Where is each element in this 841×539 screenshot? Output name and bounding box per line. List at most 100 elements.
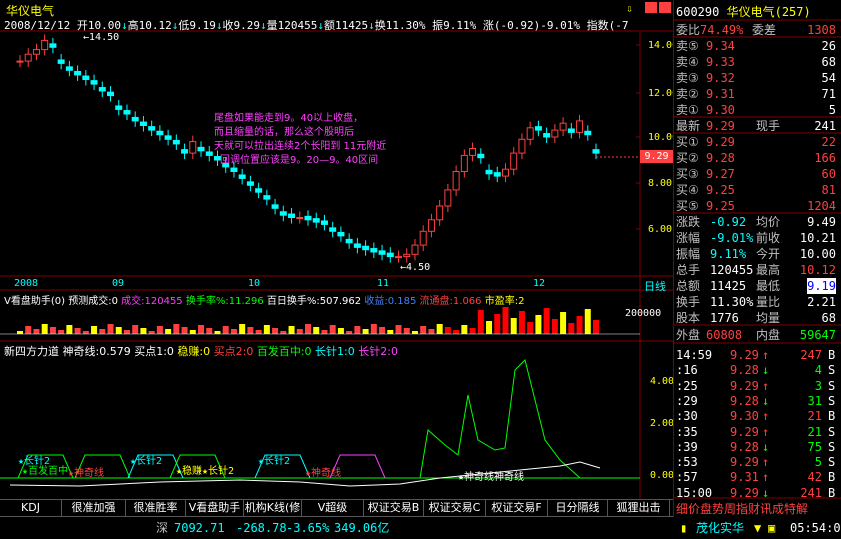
status-change: -268.78 xyxy=(236,521,287,535)
annotation-line-3: 天就可以拉出连续2个长阳到 11元附近 xyxy=(214,141,387,152)
price-axis-label: 6.00 xyxy=(648,224,673,235)
candle-body xyxy=(74,70,82,76)
kline-chart[interactable] xyxy=(0,0,673,500)
candle-body xyxy=(501,168,509,177)
volume-bar xyxy=(428,329,435,334)
candle-body xyxy=(90,80,98,85)
scroll-down-icon[interactable]: ▼ xyxy=(754,518,761,539)
candle-body xyxy=(32,49,40,55)
vol-name[interactable]: V看盘助手(0) xyxy=(4,296,65,307)
vol-baibai: 百日换手%:507.962 xyxy=(266,296,362,307)
volume-bar xyxy=(206,328,213,334)
toolbar-button[interactable]: V看盘助手 xyxy=(186,500,244,516)
candle-body xyxy=(172,139,180,145)
volume-bar xyxy=(140,328,147,334)
volume-bar xyxy=(132,325,139,334)
volume-bar xyxy=(181,327,188,334)
low-label: ←4.50 xyxy=(400,262,431,273)
volume-bar xyxy=(189,330,196,334)
volume-bar xyxy=(49,327,56,334)
candle-body xyxy=(386,252,394,258)
candle-body xyxy=(567,128,575,133)
volume-bar xyxy=(214,331,221,334)
volume-bar xyxy=(91,326,98,334)
candle-body xyxy=(452,171,460,191)
candle-body xyxy=(57,59,65,64)
price-axis-label: 8.00 xyxy=(648,178,673,189)
status-market: 深 xyxy=(156,521,169,535)
candle-body xyxy=(543,133,551,138)
signal-label: ★百发百中 xyxy=(22,466,69,477)
volume-bar xyxy=(156,326,163,334)
toolbar-button[interactable]: 很准胜率 xyxy=(126,500,186,516)
candle-body xyxy=(477,153,485,159)
volume-bar xyxy=(107,324,114,334)
ind-axis-4: 4.00 xyxy=(650,376,675,387)
date-09: 09 xyxy=(112,278,125,289)
candle-body xyxy=(395,256,403,259)
candle-body xyxy=(148,126,156,131)
signal-label: ★神奇线 xyxy=(305,468,342,479)
ind-buy2: 买点2:0 xyxy=(213,345,254,358)
toolbar-button[interactable]: 权证交易F xyxy=(486,500,548,516)
vol-panel-header: V看盘助手(0) 预测成交:0 成交:120455 换手率%:11.296 百日… xyxy=(4,292,524,307)
toolbar-button[interactable]: 狐狸出击 xyxy=(608,500,670,516)
volume-bar xyxy=(272,328,279,334)
volume-bar xyxy=(33,329,40,334)
candle-body xyxy=(304,215,312,221)
volume-bar xyxy=(58,330,65,334)
candle-body xyxy=(370,248,378,253)
candle-body xyxy=(82,75,90,81)
quote-panel-lines xyxy=(673,19,841,499)
candle-body xyxy=(255,188,263,193)
volume-bar xyxy=(593,320,599,334)
volume-bar xyxy=(510,318,517,334)
ind-name[interactable]: 新四方力道 xyxy=(4,345,59,358)
candle-body xyxy=(584,130,592,136)
candle-body xyxy=(296,217,304,219)
candle-body xyxy=(16,60,24,63)
toolbar-button[interactable]: 权证交易B xyxy=(364,500,424,516)
toolbar-button[interactable]: 权证交易C xyxy=(424,500,486,516)
volume-bar xyxy=(551,319,558,334)
volume-bar xyxy=(560,312,567,334)
toolbar-button[interactable]: 日分隔线 xyxy=(548,500,608,516)
volume-bar xyxy=(82,331,89,334)
toolbar-button[interactable]: V超级MACD xyxy=(302,500,364,530)
candle-body xyxy=(65,66,73,71)
volume-bar xyxy=(486,321,493,334)
volume-bar xyxy=(518,311,525,334)
candle-body xyxy=(559,122,567,131)
volume-bar xyxy=(17,331,23,334)
candle-body xyxy=(279,211,287,216)
date-2008: 2008 xyxy=(14,278,39,289)
volume-bar xyxy=(247,327,254,334)
candle-body xyxy=(337,231,345,237)
volume-bar xyxy=(288,326,295,334)
volume-bar xyxy=(568,323,575,334)
ind-baifa: 百发百中:0 xyxy=(256,345,312,358)
toolbar-button[interactable]: 机构K线(修 xyxy=(244,500,302,516)
vol-pred: 预测成交:0 xyxy=(68,296,118,307)
status-broker[interactable]: 茂化实华 xyxy=(696,518,744,539)
toolbar-button[interactable]: 很准加强 xyxy=(62,500,126,516)
vol-float: 流通盘:1.066 xyxy=(419,296,482,307)
candle-body xyxy=(98,87,106,92)
candle-body xyxy=(485,169,493,175)
candle-body xyxy=(246,181,254,186)
toolbar-button[interactable]: KDJ xyxy=(0,500,62,516)
volume-bar xyxy=(395,325,402,334)
date-11: 11 xyxy=(377,278,390,289)
ind-axis-0: 0.00 xyxy=(650,470,675,481)
period-label[interactable]: 日线 xyxy=(644,278,666,294)
status-pct: -3.65% xyxy=(286,521,330,535)
volume-bar xyxy=(362,329,369,334)
volume-bar xyxy=(403,328,410,334)
volume-bar xyxy=(346,331,353,334)
candle-body xyxy=(189,141,197,154)
volume-bar xyxy=(494,314,501,334)
ind-axis-2: 2.00 xyxy=(650,418,675,429)
candle-body xyxy=(378,250,386,255)
candle-body xyxy=(551,129,559,138)
volume-bar xyxy=(453,330,460,334)
